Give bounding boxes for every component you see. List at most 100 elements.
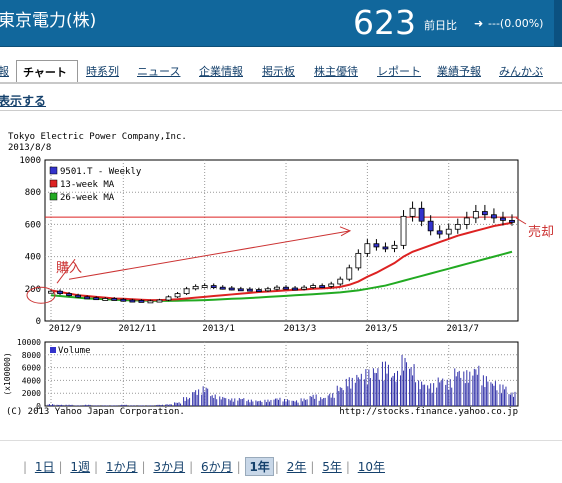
candle-body bbox=[364, 243, 371, 254]
candle-body bbox=[319, 285, 326, 288]
change-label: 前日比 bbox=[424, 19, 457, 32]
candle-body bbox=[409, 207, 416, 217]
header-bar: 東京電力(株) 623 前日比 ➜ ---(0.00%) bbox=[0, 0, 562, 47]
period-3-months[interactable]: 3か月 bbox=[150, 458, 188, 475]
tab-message-board[interactable]: 掲示板 bbox=[262, 63, 295, 79]
tab-shareholder-benefits[interactable]: 株主優待 bbox=[314, 63, 358, 79]
candle-body bbox=[301, 286, 307, 290]
period-1-week[interactable]: 1週 bbox=[67, 458, 93, 475]
candle-body bbox=[165, 296, 172, 301]
candle-body bbox=[183, 288, 190, 295]
period-1-day[interactable]: 1日 bbox=[32, 458, 58, 475]
candle-body bbox=[463, 217, 470, 225]
company-name: 東京電力(株) bbox=[0, 11, 97, 31]
candle-body bbox=[445, 228, 452, 235]
x-tick-label: 2013/5 bbox=[365, 324, 398, 334]
candle-body bbox=[491, 214, 497, 219]
tab-earnings-forecast[interactable]: 業績予報 bbox=[437, 63, 481, 79]
x-tick-label: 2012/11 bbox=[118, 324, 156, 334]
candle-body bbox=[292, 287, 298, 291]
vol-tick-label: 8000 bbox=[22, 351, 41, 360]
sell-label: 売却 bbox=[528, 224, 554, 240]
candle-body bbox=[328, 283, 335, 287]
tab-news[interactable]: ニュース bbox=[137, 63, 180, 79]
candle-body bbox=[219, 286, 226, 290]
period-10-years[interactable]: 10年 bbox=[355, 458, 388, 475]
candle-body bbox=[111, 298, 118, 301]
candle-body bbox=[427, 220, 434, 232]
candle-body bbox=[237, 288, 244, 292]
legend-swatch bbox=[49, 192, 58, 201]
candle-body bbox=[192, 285, 199, 290]
vol-tick-label: 4000 bbox=[22, 376, 41, 385]
buy-label: 購入 bbox=[56, 261, 82, 276]
candle-body bbox=[391, 244, 398, 249]
legend-label: 9501.T - Weekly bbox=[60, 167, 142, 177]
tab-chart[interactable]: チャート bbox=[16, 60, 78, 82]
y-tick-label: 600 bbox=[25, 220, 41, 230]
volume-legend-label: Volume bbox=[58, 346, 91, 356]
candle-body bbox=[120, 298, 127, 302]
candle-body bbox=[283, 286, 289, 290]
candle-body bbox=[75, 294, 82, 298]
tab-company-info[interactable]: 企業情報 bbox=[199, 63, 243, 79]
change-value: ---(0.00%) bbox=[488, 17, 544, 30]
y-tick-label: 1000 bbox=[19, 156, 41, 166]
legend-label: 26-week MA bbox=[60, 193, 115, 203]
candle-body bbox=[201, 285, 208, 288]
candle-body bbox=[129, 299, 136, 303]
candle-body bbox=[373, 243, 380, 248]
vol-tick-label: 6000 bbox=[22, 364, 41, 373]
period-1-year[interactable]: 1年 bbox=[245, 457, 274, 476]
x-tick-label: 2013/1 bbox=[202, 324, 235, 334]
candle-body bbox=[265, 288, 271, 292]
candle-body bbox=[210, 285, 217, 288]
candle-body bbox=[246, 288, 253, 292]
stock-chart: 1000 800 600 400 2000 2012/9 2012/11 2013/1 2013… bbox=[3, 156, 554, 417]
legend-swatch bbox=[49, 179, 58, 188]
candle-body bbox=[337, 278, 344, 285]
divider bbox=[0, 110, 562, 111]
candle-body bbox=[418, 207, 425, 222]
candle-body bbox=[102, 298, 109, 301]
tab-report-partial[interactable]: 報 bbox=[0, 63, 9, 79]
legend-label: 13-week MA bbox=[60, 180, 115, 190]
copyright-text: (C) 2013 Yahoo Japan Corporation. bbox=[6, 407, 185, 417]
candle-body bbox=[481, 211, 488, 216]
period-6-months[interactable]: 6か月 bbox=[198, 458, 236, 475]
y-tick-label: 800 bbox=[25, 188, 41, 198]
candle-body bbox=[509, 219, 515, 223]
candle-body bbox=[174, 293, 181, 298]
candle-body bbox=[436, 230, 443, 235]
show-link[interactable]: 表示する bbox=[0, 92, 46, 109]
header-right-edge bbox=[554, 0, 562, 46]
tab-reports[interactable]: レポート bbox=[377, 63, 421, 79]
y-tick-label: 0 bbox=[36, 317, 41, 327]
period-1-month[interactable]: 1か月 bbox=[103, 458, 141, 475]
candle-body bbox=[57, 290, 63, 295]
volume-axis-label: (x100000) bbox=[3, 352, 12, 395]
period-5-years[interactable]: 5年 bbox=[319, 458, 345, 475]
candle-body bbox=[310, 285, 317, 288]
tab-bar: 報 チャート 時系列 ニュース 企業情報 掲示板 株主優待 レポート 業績予報 … bbox=[0, 60, 562, 84]
period-2-years[interactable]: 2年 bbox=[284, 458, 310, 475]
candle-body bbox=[500, 217, 506, 221]
candle-body bbox=[93, 297, 100, 301]
candle-body bbox=[156, 299, 163, 303]
tab-timeseries[interactable]: 時系列 bbox=[86, 63, 119, 79]
x-tick-label: 2012/9 bbox=[49, 324, 82, 334]
x-tick-label: 2013/7 bbox=[446, 324, 479, 334]
candle-body bbox=[274, 286, 280, 290]
candle-body bbox=[138, 299, 145, 303]
candle-body bbox=[147, 300, 154, 304]
candle-body bbox=[355, 252, 362, 269]
candle-body bbox=[256, 289, 262, 293]
vol-tick-label: 10000 bbox=[17, 338, 41, 347]
candle-body bbox=[346, 267, 353, 280]
change-arrow-icon: ➜ bbox=[474, 17, 484, 30]
tab-minkabu[interactable]: みんかぶ bbox=[499, 63, 543, 79]
candle-body bbox=[382, 246, 389, 250]
candle-body bbox=[454, 224, 461, 230]
candle-body bbox=[228, 287, 235, 291]
x-tick-label: 2013/3 bbox=[284, 324, 317, 334]
